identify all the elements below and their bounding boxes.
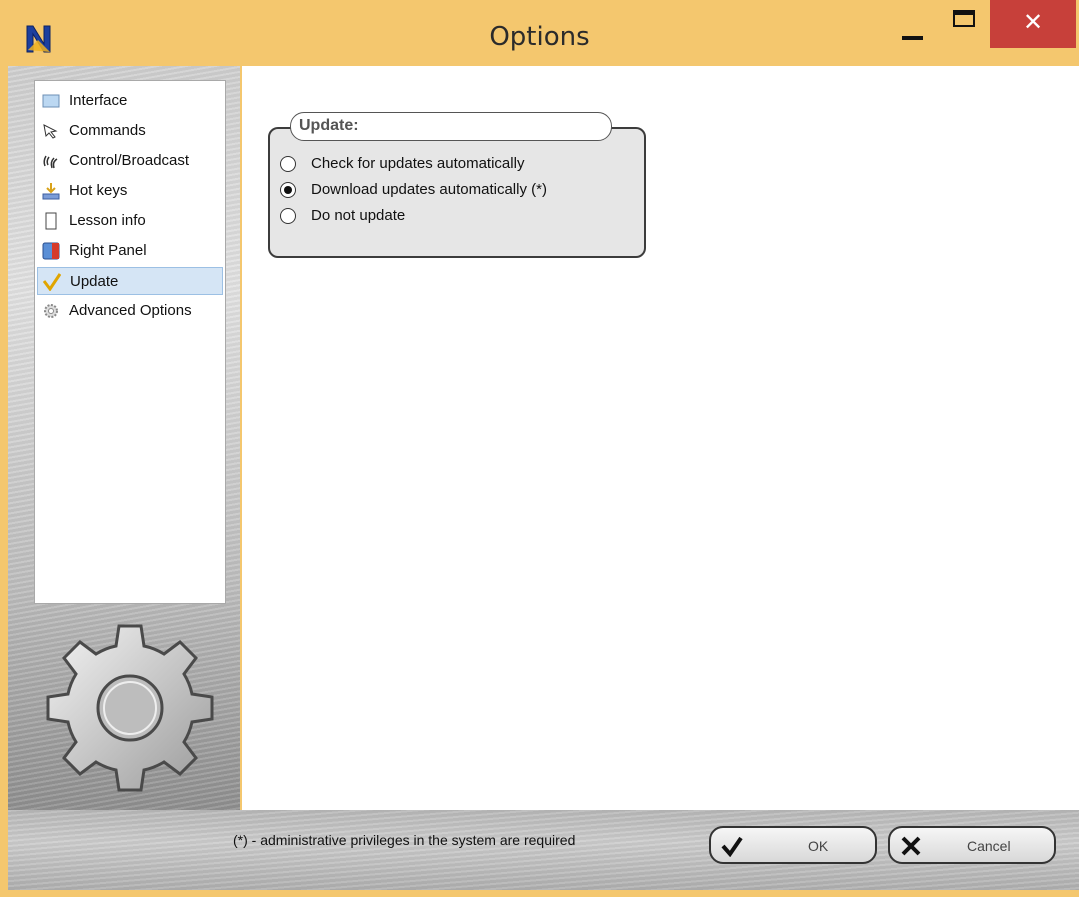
sidebar-item-label: Advanced Options bbox=[69, 302, 192, 319]
cancel-button-label: Cancel bbox=[967, 838, 1011, 854]
sidebar-item-label: Commands bbox=[69, 122, 146, 139]
ok-button-label: OK bbox=[808, 838, 829, 854]
options-category-list: Interface Commands Control/Broadcast Hot… bbox=[34, 80, 226, 604]
close-icon: ✕ bbox=[1022, 8, 1044, 36]
document-icon bbox=[45, 212, 57, 230]
close-button[interactable]: ✕ bbox=[990, 0, 1076, 48]
x-icon bbox=[901, 836, 921, 856]
admin-privileges-note: (*) - administrative privileges in the s… bbox=[233, 832, 576, 848]
sidebar-item-advanced-options[interactable]: Advanced Options bbox=[37, 297, 223, 325]
update-group-title: Update: bbox=[290, 112, 612, 141]
sidebar-item-label: Hot keys bbox=[69, 182, 128, 199]
sidebar-item-update[interactable]: Update bbox=[37, 267, 223, 295]
sidebar-item-label: Interface bbox=[69, 92, 128, 109]
sidebar-item-commands[interactable]: Commands bbox=[37, 117, 223, 145]
radio-label: Check for updates automatically bbox=[311, 155, 525, 172]
decorative-gear-icon bbox=[46, 624, 214, 792]
interface-icon bbox=[42, 94, 60, 108]
radio-button[interactable] bbox=[280, 156, 296, 172]
radio-label: Download updates automatically (*) bbox=[311, 181, 547, 198]
sidebar-item-interface[interactable]: Interface bbox=[37, 87, 223, 115]
sidebar-item-label: Control/Broadcast bbox=[69, 152, 190, 169]
hotkeys-icon bbox=[42, 183, 60, 200]
sidebar-item-control-broadcast[interactable]: Control/Broadcast bbox=[37, 147, 223, 175]
maximize-button[interactable] bbox=[942, 0, 986, 48]
radio-button[interactable] bbox=[280, 182, 296, 198]
radio-label: Do not update bbox=[311, 207, 406, 224]
ok-button[interactable]: OK bbox=[709, 826, 877, 864]
minimize-icon bbox=[902, 36, 923, 40]
sidebar-item-label: Update bbox=[70, 273, 119, 290]
sidebar-item-label: Lesson info bbox=[69, 212, 146, 229]
cancel-button[interactable]: Cancel bbox=[888, 826, 1056, 864]
checkmark-icon bbox=[43, 273, 61, 291]
sidebar-item-hot-keys[interactable]: Hot keys bbox=[37, 177, 223, 205]
sidebar-item-label: Right Panel bbox=[69, 242, 147, 259]
sidebar-item-lesson-info[interactable]: Lesson info bbox=[37, 207, 223, 235]
right-panel-icon bbox=[42, 242, 60, 260]
sidebar-item-right-panel[interactable]: Right Panel bbox=[37, 237, 223, 265]
title-bar: Options ✕ bbox=[0, 0, 1079, 66]
radio-selected-dot bbox=[284, 186, 292, 194]
gear-icon bbox=[44, 304, 58, 318]
broadcast-icon bbox=[43, 155, 58, 169]
checkmark-icon bbox=[721, 836, 743, 857]
maximize-icon bbox=[953, 10, 975, 27]
minimize-button[interactable] bbox=[890, 0, 934, 48]
radio-button[interactable] bbox=[280, 208, 296, 224]
cursor-icon bbox=[43, 124, 58, 139]
